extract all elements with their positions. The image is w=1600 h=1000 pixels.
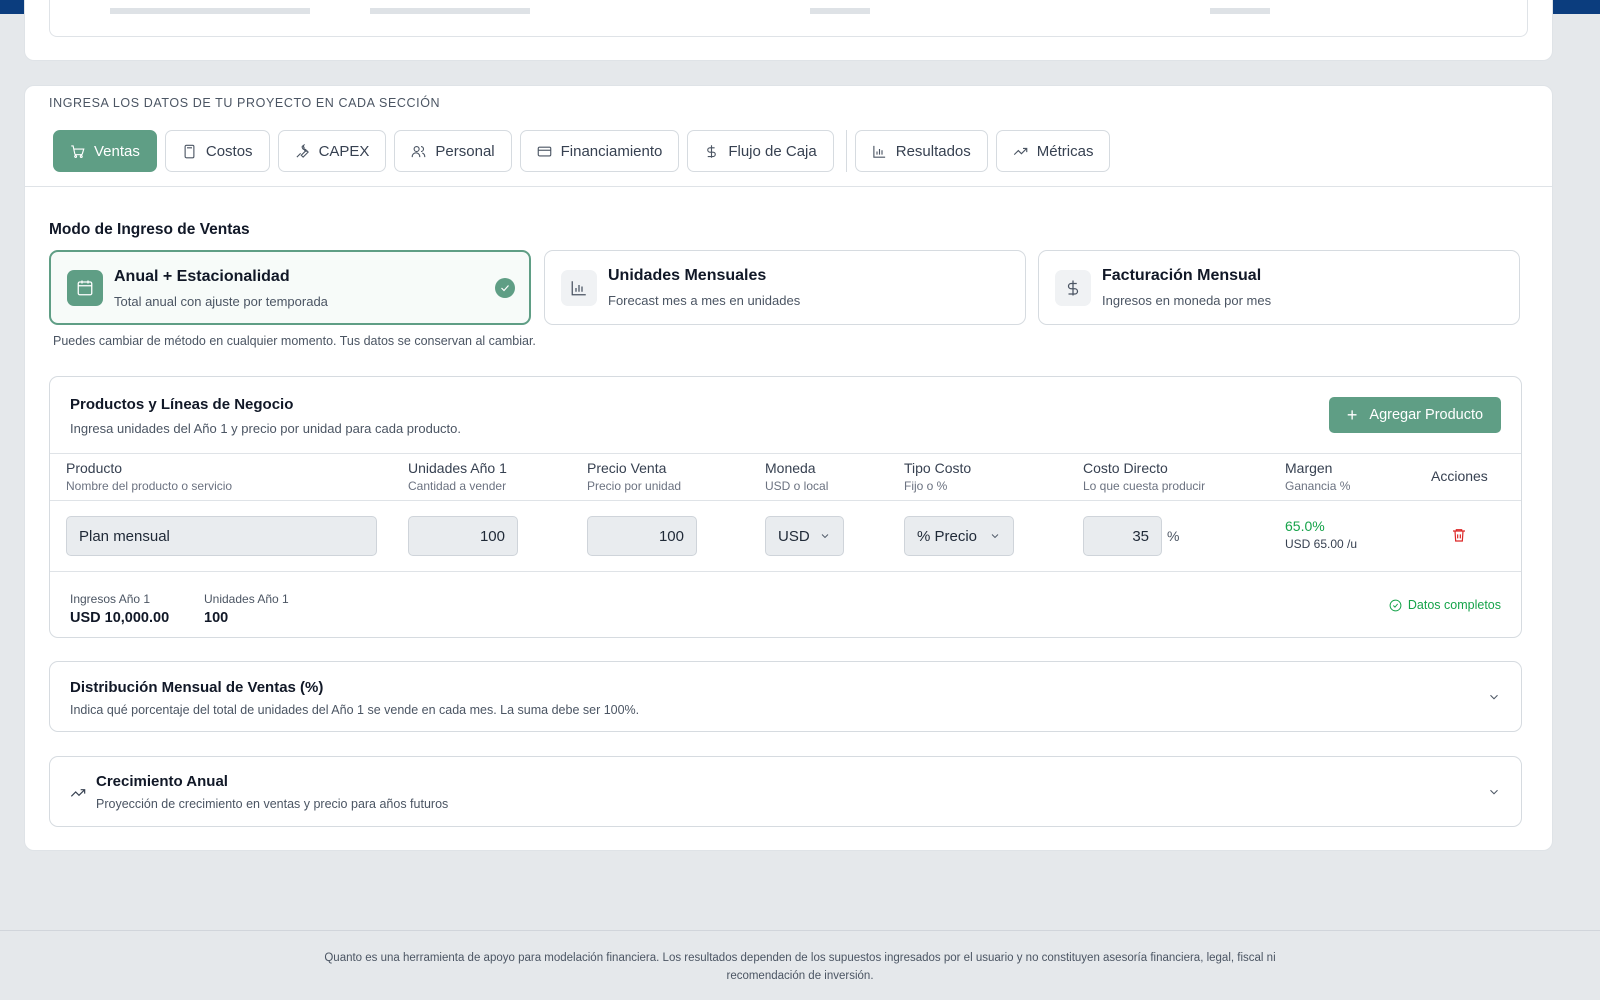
dollar-icon — [707, 144, 717, 158]
mode-desc: Total anual con ajuste por temporada — [114, 294, 328, 309]
column-header-precio: Precio Venta Precio por unidad — [587, 460, 682, 493]
column-header-acciones: Acciones — [1431, 468, 1488, 484]
tab-label: Ventas — [94, 142, 140, 160]
mode-option-anual[interactable]: Anual + Estacionalidad Total anual con a… — [49, 250, 531, 325]
products-card: Productos y Líneas de Negocio Ingresa un… — [49, 376, 1522, 638]
product-name-input[interactable]: Plan mensual — [66, 516, 377, 556]
cost-type-value: % Precio — [917, 527, 978, 545]
tab-label: CAPEX — [318, 142, 370, 160]
tab-divider — [845, 130, 847, 172]
tab-label: Resultados — [895, 142, 971, 160]
previous-section-inner — [49, 0, 1528, 37]
chevron-down-icon — [1487, 690, 1501, 704]
column-header-margen: Margen Ganancia % — [1285, 460, 1351, 493]
chevron-down-icon — [991, 534, 999, 539]
accordion-subtitle: Indica qué porcentaje del total de unida… — [70, 703, 640, 717]
summary-revenue: Ingresos Año 1 USD 10,000.00 — [70, 592, 170, 626]
margin-percent: 65.0% — [1285, 518, 1325, 534]
tab-financiamiento[interactable]: Financiamiento — [519, 130, 680, 172]
tab-label: Métricas — [1036, 142, 1094, 160]
tab-flujo-de-caja[interactable]: Flujo de Caja — [687, 130, 834, 172]
accordion-subtitle: Proyección de crecimiento en ventas y pr… — [96, 797, 449, 811]
wrench-icon — [296, 143, 309, 158]
bar-chart-icon — [873, 145, 885, 158]
tab-costos[interactable]: Costos — [164, 130, 270, 172]
direct-cost-unit: % — [1167, 528, 1180, 544]
calculator-icon — [184, 144, 195, 158]
margin-value: 65.0% USD 65.00 /u — [1285, 518, 1357, 551]
previous-section-card — [24, 0, 1553, 61]
footer: Quanto es una herramienta de apoyo para … — [0, 930, 1600, 1000]
mode-option-facturacion[interactable]: Facturación Mensual Ingresos en moneda p… — [1038, 250, 1520, 325]
accordion-title: Distribución Mensual de Ventas (%) — [70, 679, 324, 696]
mode-icon — [1055, 270, 1091, 306]
direct-cost-input[interactable]: 35 — [1083, 516, 1162, 556]
summary-units: Unidades Año 1 100 — [204, 592, 289, 626]
tab-capex[interactable]: CAPEX — [277, 130, 387, 172]
add-product-button[interactable]: + Agregar Producto — [1329, 397, 1501, 433]
cart-icon — [71, 144, 85, 158]
currency-select[interactable]: USD — [765, 516, 844, 556]
mode-title: Modo de Ingreso de Ventas — [49, 221, 250, 238]
section-caption: INGRESA LOS DATOS DE TU PROYECTO EN CADA… — [49, 96, 441, 110]
column-header-tipo-costo: Tipo Costo Fijo o % — [904, 460, 972, 493]
column-header-unidades: Unidades Año 1 Cantidad a vender — [408, 460, 507, 493]
margin-per-unit: USD 65.00 /u — [1285, 537, 1358, 551]
column-header-costo-directo: Costo Directo Lo que cuesta producir — [1083, 460, 1206, 493]
trending-up-icon — [70, 785, 86, 801]
column-header-producto: Producto Nombre del producto o servicio — [66, 460, 233, 493]
mode-icon — [67, 270, 103, 306]
chevron-down-icon — [821, 534, 829, 539]
divider — [25, 186, 1552, 187]
calendar-icon — [77, 280, 93, 296]
chevron-down-icon — [1487, 785, 1501, 799]
plus-icon: + — [1346, 405, 1358, 425]
cost-type-select[interactable]: % Precio — [904, 516, 1014, 556]
tab-personal[interactable]: Personal — [394, 130, 512, 172]
tab-ventas[interactable]: Ventas — [53, 130, 157, 172]
mode-desc: Ingresos en moneda por mes — [1102, 293, 1272, 308]
mode-option-unidades[interactable]: Unidades Mensuales Forecast mes a mes en… — [544, 250, 1026, 325]
currency-value: USD — [778, 527, 810, 545]
trash-icon — [1453, 529, 1465, 542]
clipped-text — [110, 8, 1470, 14]
mode-name: Anual + Estacionalidad — [114, 268, 290, 285]
bar-chart-icon — [571, 281, 586, 296]
section-tabs: Ventas Costos CAPEX Personal Financiamie… — [53, 130, 1118, 172]
products-title: Productos y Líneas de Negocio — [70, 396, 294, 413]
monthly-distribution-accordion[interactable]: Distribución Mensual de Ventas (%) Indic… — [49, 661, 1522, 732]
accordion-title: Crecimiento Anual — [96, 773, 228, 790]
status-badge: Datos completos — [1389, 598, 1501, 612]
annual-growth-accordion[interactable]: Crecimiento Anual Proyección de crecimie… — [49, 756, 1522, 827]
mode-icon — [561, 270, 597, 306]
add-product-label: Agregar Producto — [1369, 407, 1484, 423]
users-icon — [412, 145, 426, 157]
products-subtitle: Ingresa unidades del Año 1 y precio por … — [70, 421, 461, 436]
column-header-moneda: Moneda USD o local — [765, 460, 829, 493]
tab-resultados[interactable]: Resultados — [854, 130, 988, 172]
mode-name: Facturación Mensual — [1102, 267, 1262, 284]
tab-label: Personal — [435, 142, 495, 160]
check-icon — [495, 278, 515, 298]
project-data-card: INGRESA LOS DATOS DE TU PROYECTO EN CADA… — [24, 85, 1553, 851]
delete-product-button[interactable] — [1451, 527, 1469, 545]
tab-metricas[interactable]: Métricas — [995, 130, 1111, 172]
credit-card-icon — [537, 146, 551, 156]
mode-name: Unidades Mensuales — [608, 267, 767, 284]
trending-up-icon — [1013, 147, 1028, 155]
check-circle-icon — [1389, 599, 1402, 611]
units-input[interactable]: 100 — [408, 516, 518, 556]
disclaimer: Quanto es una herramienta de apoyo para … — [324, 952, 1276, 982]
tab-label: Costos — [205, 142, 253, 160]
table-row: Plan mensual 100 100 USD % Precio 35 % 6… — [50, 501, 1521, 572]
dollar-icon — [1067, 280, 1079, 296]
mode-note: Puedes cambiar de método en cualquier mo… — [53, 334, 536, 348]
tab-label: Financiamiento — [560, 142, 663, 160]
tab-label: Flujo de Caja — [728, 142, 817, 160]
products-table-header: Producto Nombre del producto o servicio U… — [50, 453, 1521, 501]
price-input[interactable]: 100 — [587, 516, 697, 556]
mode-desc: Forecast mes a mes en unidades — [608, 293, 801, 308]
